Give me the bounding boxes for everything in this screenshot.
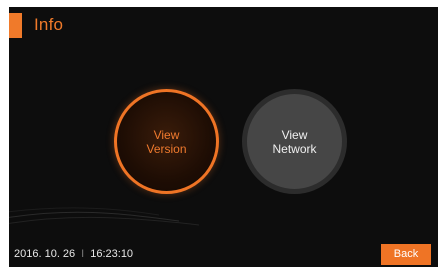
- background-swoosh-decoration: [9, 207, 200, 226]
- header-accent-bar: [9, 13, 22, 38]
- page-title: Info: [34, 15, 64, 34]
- view-network-label-line1: View: [281, 127, 308, 142]
- datetime-display: 2016. 10. 26 I 16:23:10: [14, 247, 133, 261]
- view-network-button[interactable]: View Network: [242, 89, 347, 194]
- view-version-label-line2: Version: [146, 141, 187, 156]
- datetime-separator: I: [81, 248, 85, 260]
- view-version-button[interactable]: View Version: [114, 89, 219, 194]
- header: Info: [9, 7, 438, 41]
- time-text: 16:23:10: [90, 248, 134, 260]
- view-version-label-line1: View: [153, 127, 180, 142]
- info-screen: Info View Version View Network 2016. 10.…: [9, 7, 438, 267]
- date-text: 2016. 10. 26: [14, 248, 76, 260]
- view-network-label-line2: Network: [272, 141, 317, 156]
- back-button[interactable]: Back: [381, 244, 431, 265]
- footer: 2016. 10. 26 I 16:23:10 Back: [9, 239, 438, 267]
